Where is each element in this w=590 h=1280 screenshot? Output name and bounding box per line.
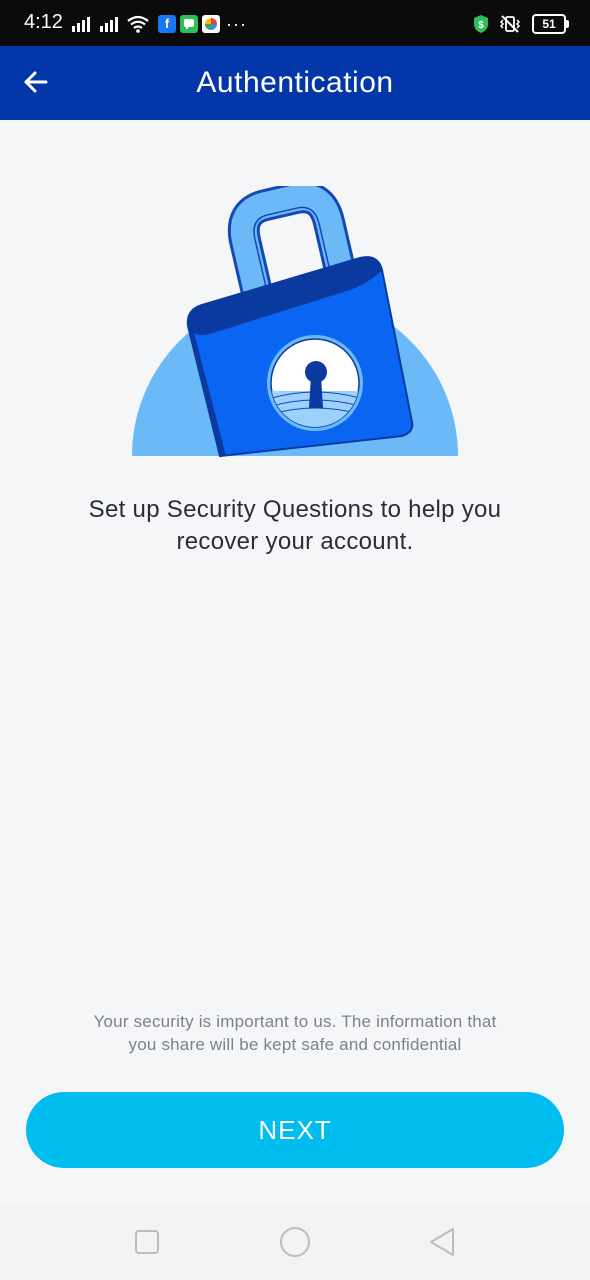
status-right-icons: $ 51 (472, 12, 569, 36)
wifi-icon (127, 15, 149, 33)
photos-icon (202, 15, 220, 33)
back-triangle-icon[interactable] (427, 1226, 459, 1258)
privacy-note-line: Your security is important to us. The in… (93, 1012, 497, 1031)
signal-icon (72, 17, 90, 32)
signal-icon (100, 17, 118, 32)
padlock-icon (132, 181, 458, 458)
svg-text:$: $ (478, 20, 484, 31)
status-left-icons: f ··· (70, 12, 247, 36)
status-bar: 4:12 f ··· $ 51 (0, 0, 590, 46)
shield-dollar-icon: $ (474, 15, 488, 33)
message-line: Set up Security Questions to help you (88, 496, 502, 523)
battery-icon: 51 (532, 14, 569, 34)
home-circle-icon[interactable] (279, 1226, 311, 1258)
back-button[interactable] (14, 60, 58, 104)
vibrate-icon (499, 15, 521, 33)
messages-icon (180, 15, 198, 33)
arrow-left-icon (24, 71, 48, 93)
status-time: 4:12 (24, 11, 63, 33)
app-bar: Authentication (0, 46, 590, 120)
page-title: Authentication (196, 66, 394, 99)
more-notifications-indicator: ··· (226, 14, 247, 34)
message-line: recover your account. (176, 528, 414, 555)
system-nav-bar (0, 1202, 590, 1280)
privacy-note: Your security is important to us. The in… (30, 1010, 560, 1056)
privacy-note-line: you share will be kept safe and confiden… (128, 1035, 462, 1054)
facebook-icon: f (158, 15, 176, 33)
security-questions-message: Set up Security Questions to help you re… (40, 494, 550, 558)
next-button[interactable]: NEXT (26, 1092, 564, 1168)
padlock-illustration (130, 181, 460, 458)
recents-square-icon[interactable] (131, 1226, 163, 1258)
